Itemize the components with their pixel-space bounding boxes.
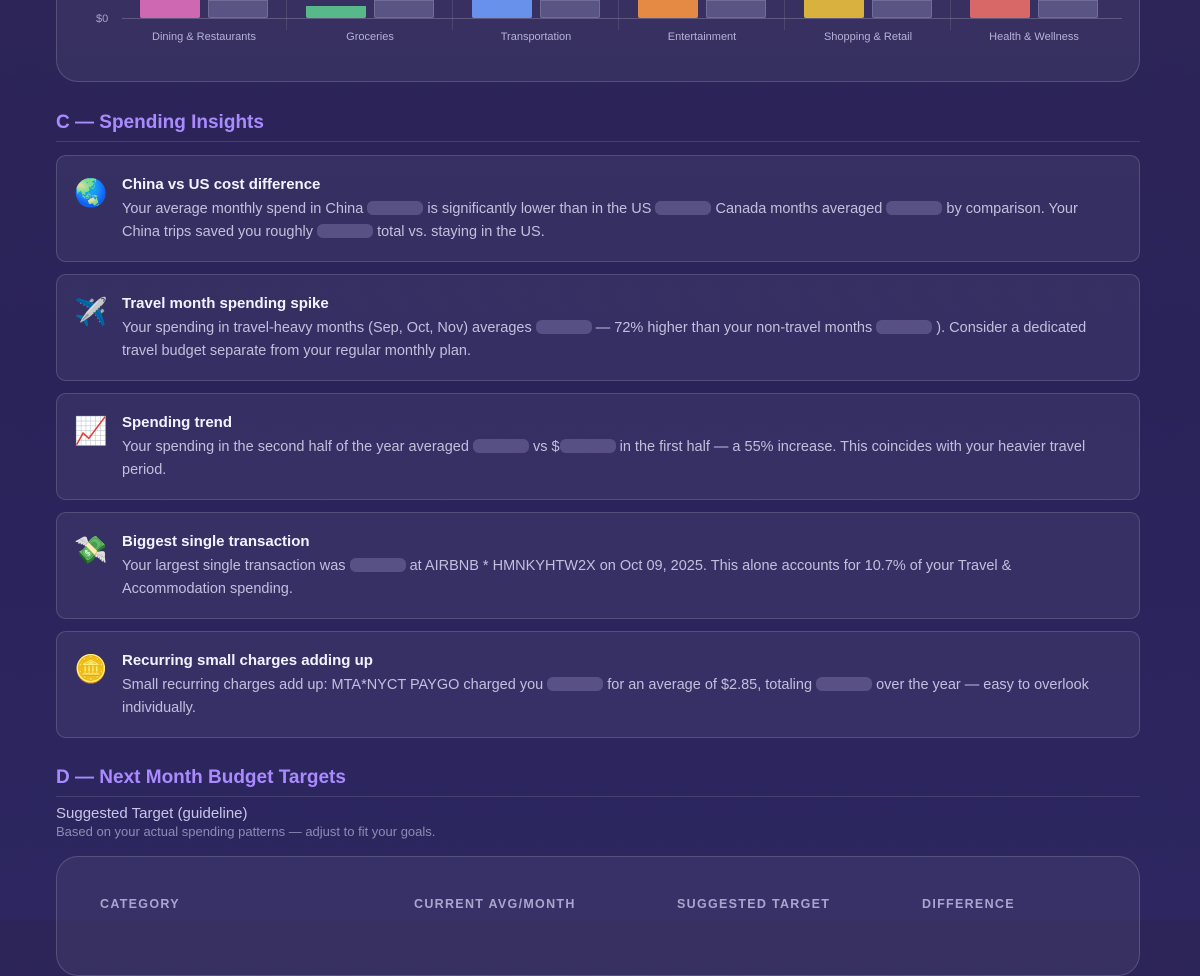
insight-title: Recurring small charges adding up [122,652,373,669]
chart-group-divider [784,0,785,30]
insight-card: 🪙 Recurring small charges adding up Small … [56,631,1140,738]
insight-text: Canada months averaged [715,201,887,217]
insight-title: Biggest single transaction [122,533,310,550]
chart-category-label: Entertainment [667,31,737,43]
insight-text: — 72% higher than your non-travel months [595,320,877,336]
chart-bar-actual[interactable] [970,0,1030,18]
insight-card: ✈️ Travel month spending spike Your spendi… [56,274,1140,381]
suggested-target-note: Based on your actual spending patterns —… [56,824,436,839]
chart-bar-actual[interactable] [472,0,532,18]
coin-icon: 🪙 [74,654,108,684]
column-header-category: CATEGORY [100,897,180,911]
redacted-amount [317,224,374,238]
chart-category-label: Shopping & Retail [823,31,913,43]
chart-bar-actual[interactable] [804,0,864,18]
redacted-amount [367,201,424,215]
chart-bar-comparison[interactable] [872,0,932,18]
section-c-divider [56,141,1140,142]
redacted-amount [559,439,616,453]
chart-bar-comparison[interactable] [374,0,434,18]
chart-category-label: Dining & Restaurants [152,31,256,43]
redacted-amount [876,320,933,334]
budget-targets-table [56,856,1140,976]
insight-text: for an average of $2.85, totaling [607,677,817,693]
column-header-current-avg: CURRENT AVG/MONTH [414,897,576,911]
redacted-amount [472,439,529,453]
redacted-amount [547,677,604,691]
insight-text: is significantly lower than in the US [427,201,656,217]
chart-increasing-icon: 📈 [74,416,108,446]
chart-bar-actual[interactable] [638,0,698,18]
insight-title: Spending trend [122,414,232,431]
insight-title: Travel month spending spike [122,295,329,312]
chart-bar-comparison[interactable] [1038,0,1098,18]
insight-title: China vs US cost difference [122,176,321,193]
insight-text: Your spending in the second half of the … [122,439,473,455]
y-axis-zero-label: $0 [96,13,109,25]
insight-body: Small recurring charges add up: MTA*NYCT… [122,674,1117,720]
redacted-amount [816,677,873,691]
chart-bar-comparison[interactable] [540,0,600,18]
redacted-amount [535,320,592,334]
redacted-amount [349,558,406,572]
insight-body: Your largest single transaction was at A… [122,555,1117,601]
insight-body: Your spending in travel-heavy months (Se… [122,317,1117,363]
insight-text: Your largest single transaction was [122,558,350,574]
chart-category-label: Health & Wellness [989,31,1079,43]
insight-text: Your spending in travel-heavy months (Se… [122,320,536,336]
chart-group-divider [618,0,619,30]
chart-category-label: Groceries [346,31,394,43]
section-c-title: C — Spending Insights [56,112,264,133]
airplane-icon: ✈️ [74,297,108,327]
chart-bar-actual[interactable] [306,6,366,18]
redacted-amount [886,201,943,215]
chart-bar-comparison[interactable] [208,0,268,18]
x-axis-line [122,18,1122,19]
suggested-target-heading: Suggested Target (guideline) [56,805,248,822]
insight-body: Your spending in the second half of the … [122,436,1117,482]
insight-card: 🌏 China vs US cost difference Your average… [56,155,1140,262]
insight-text: Your average monthly spend in China [122,201,368,217]
chart-group-divider [950,0,951,30]
globe-icon: 🌏 [74,178,108,208]
chart-group-divider [286,0,287,30]
chart-category-label: Transportation [500,31,572,43]
redacted-amount [655,201,712,215]
chart-bar-actual[interactable] [140,0,200,18]
insight-text: total vs. staying in the US. [377,224,545,240]
insight-text: Small recurring charges add up: MTA*NYCT… [122,677,548,693]
insight-card: 📈 Spending trend Your spending in the seco… [56,393,1140,500]
insight-body: Your average monthly spend in China is s… [122,198,1117,244]
chart-group-divider [452,0,453,30]
insight-card: 💸 Biggest single transaction Your largest … [56,512,1140,619]
money-wings-icon: 💸 [74,535,108,565]
chart-bar-comparison[interactable] [706,0,766,18]
column-header-difference: DIFFERENCE [922,897,1015,911]
section-d-title: D — Next Month Budget Targets [56,767,346,788]
section-d-divider [56,796,1140,797]
insight-text: vs $ [532,439,560,455]
column-header-suggested-target: SUGGESTED TARGET [677,897,831,911]
